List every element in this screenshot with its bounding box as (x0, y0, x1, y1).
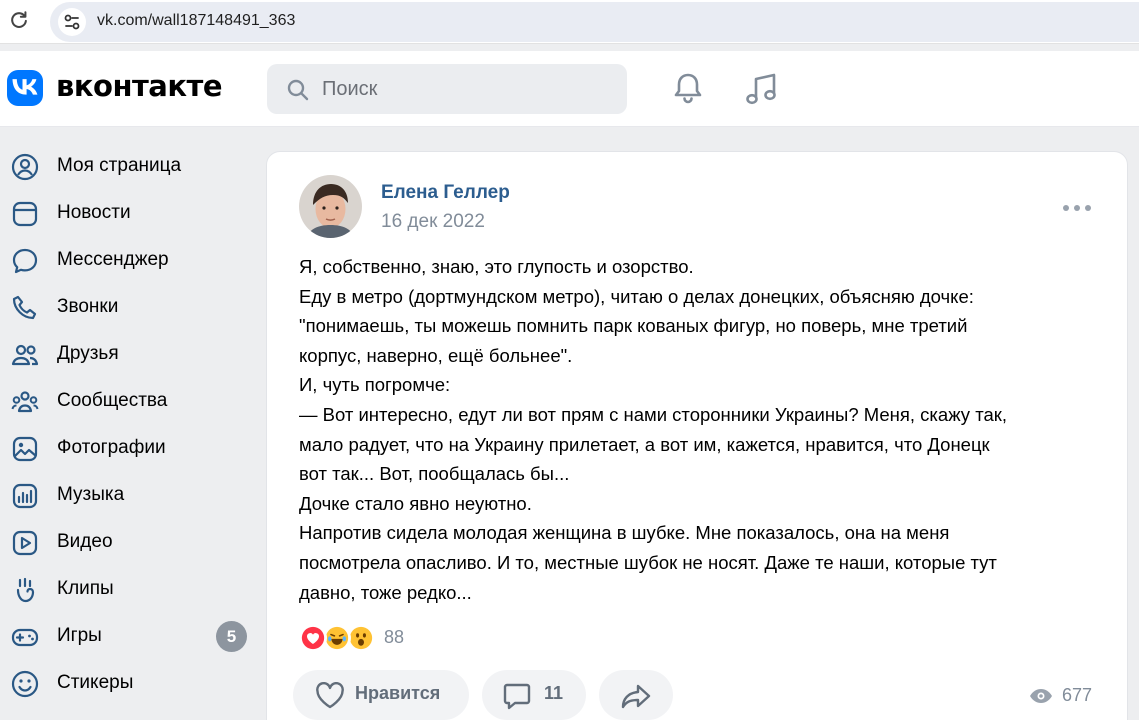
vk-logo-icon[interactable] (7, 70, 43, 106)
music-player-icon[interactable] (744, 71, 780, 107)
vk-header: вконтакте (0, 51, 1139, 127)
sidebar-item-label: Звонки (57, 296, 119, 317)
user-circle-icon (11, 153, 39, 181)
sidebar-item-label: Клипы (57, 578, 114, 599)
post-text-line: — Вот интересно, едут ли вот прям с нами… (299, 403, 1007, 425)
left-sidebar: Моя страница Новости Мессенджер Звонки Д… (0, 143, 255, 707)
post-text-line: "понимаешь, ты можешь помнить парк кован… (299, 315, 968, 337)
views-counter: 677 (1029, 684, 1109, 708)
post-text-line: мало радует, что на Украину прилетает, а… (299, 433, 990, 455)
sidebar-item-label: Видео (57, 531, 113, 552)
post-text-line: Дочке стало явно неуютно. (299, 492, 532, 514)
views-count: 677 (1062, 685, 1093, 705)
like-button[interactable]: Нравится (293, 670, 469, 720)
heart-reaction-icon (299, 624, 327, 652)
more-options-icon[interactable] (1063, 199, 1091, 217)
comments-count: 11 (544, 683, 564, 703)
sidebar-item-label: Новости (57, 202, 131, 223)
eye-icon (1030, 689, 1052, 703)
post-text-line: корпус, наверно, ещё больнее". (299, 344, 573, 366)
post-text-line: Я, собственно, знаю, это глупость и озор… (299, 256, 694, 277)
sidebar-item-my-page[interactable]: Моя страница (0, 143, 255, 190)
like-label: Нравится (355, 683, 441, 703)
sidebar-item-clips[interactable]: Клипы (0, 566, 255, 613)
friends-icon (11, 344, 39, 366)
post-text-line: Еду в метро (дортмундском метро), читаю … (299, 285, 974, 307)
post-date[interactable]: 16 дек 2022 (381, 211, 485, 233)
sidebar-item-games[interactable]: Игры 5 (0, 613, 255, 660)
smile-icon (11, 670, 39, 698)
post-author-name[interactable]: Елена Геллер (381, 182, 510, 204)
brand-wordmark[interactable]: вконтакте (56, 69, 223, 103)
comment-icon (503, 683, 531, 710)
sidebar-item-photos[interactable]: Фотографии (0, 425, 255, 472)
video-icon (12, 530, 38, 556)
post-text-line: посмотрела опасливо. И то, местные шубок… (299, 551, 997, 573)
photo-icon (12, 436, 38, 462)
sidebar-item-music[interactable]: Музыка (0, 472, 255, 519)
search-icon (287, 79, 309, 101)
post-text-line: давно, тоже редко... (299, 581, 472, 603)
omnibox[interactable]: vk.com/wall187148491_363 (50, 2, 1139, 42)
author-avatar[interactable] (299, 175, 362, 238)
gamepad-icon (11, 628, 39, 647)
share-icon (621, 684, 651, 709)
search-input[interactable] (322, 64, 612, 114)
music-icon (12, 483, 38, 509)
message-icon (12, 248, 38, 274)
sidebar-item-label: Моя страница (57, 155, 182, 176)
sidebar-item-communities[interactable]: Сообщества (0, 378, 255, 425)
site-info-button[interactable] (58, 8, 86, 36)
sidebar-item-stickers[interactable]: Стикеры (0, 660, 255, 707)
sidebar-item-label: Музыка (57, 484, 125, 505)
news-icon (12, 201, 38, 227)
reload-icon[interactable] (8, 9, 30, 31)
site-settings-icon (64, 14, 80, 30)
communities-icon (11, 391, 39, 413)
games-count-badge: 5 (216, 621, 247, 652)
reactions-count: 88 (384, 627, 405, 647)
laugh-crying-reaction-icon (323, 624, 351, 652)
sidebar-item-calls[interactable]: Звонки (0, 284, 255, 331)
sidebar-item-messenger[interactable]: Мессенджер (0, 237, 255, 284)
surprised-reaction-icon (347, 624, 375, 652)
sidebar-item-friends[interactable]: Друзья (0, 331, 255, 378)
search-box[interactable] (267, 64, 627, 114)
post-text-line: вот так... Вот, пообщалась бы... (299, 463, 570, 485)
sidebar-item-label: Мессенджер (57, 249, 169, 270)
heart-outline-icon (316, 682, 344, 709)
notifications-bell-icon[interactable] (670, 70, 706, 106)
clips-icon (16, 577, 35, 603)
post-text-line: Напротив сидела молодая женщина в шубке.… (299, 522, 950, 544)
sidebar-item-label: Стикеры (57, 672, 134, 693)
browser-address-bar: vk.com/wall187148491_363 (0, 0, 1139, 44)
phone-icon (12, 295, 37, 320)
share-button[interactable] (599, 670, 673, 720)
post-text: Я, собственно, знаю, это глупость и озор… (299, 252, 1099, 607)
sidebar-item-label: Игры (57, 625, 102, 646)
post-text-line: И, чуть погромче: (299, 374, 451, 396)
comment-button[interactable]: 11 (482, 670, 586, 720)
url-text[interactable]: vk.com/wall187148491_363 (97, 12, 295, 30)
sidebar-item-label: Друзья (57, 343, 119, 364)
sidebar-item-news[interactable]: Новости (0, 190, 255, 237)
sidebar-item-label: Фотографии (57, 437, 166, 458)
sidebar-item-video[interactable]: Видео (0, 519, 255, 566)
sidebar-item-label: Сообщества (57, 390, 168, 411)
wall-post: Елена Геллер 16 дек 2022 Я, собственно, … (266, 151, 1128, 720)
